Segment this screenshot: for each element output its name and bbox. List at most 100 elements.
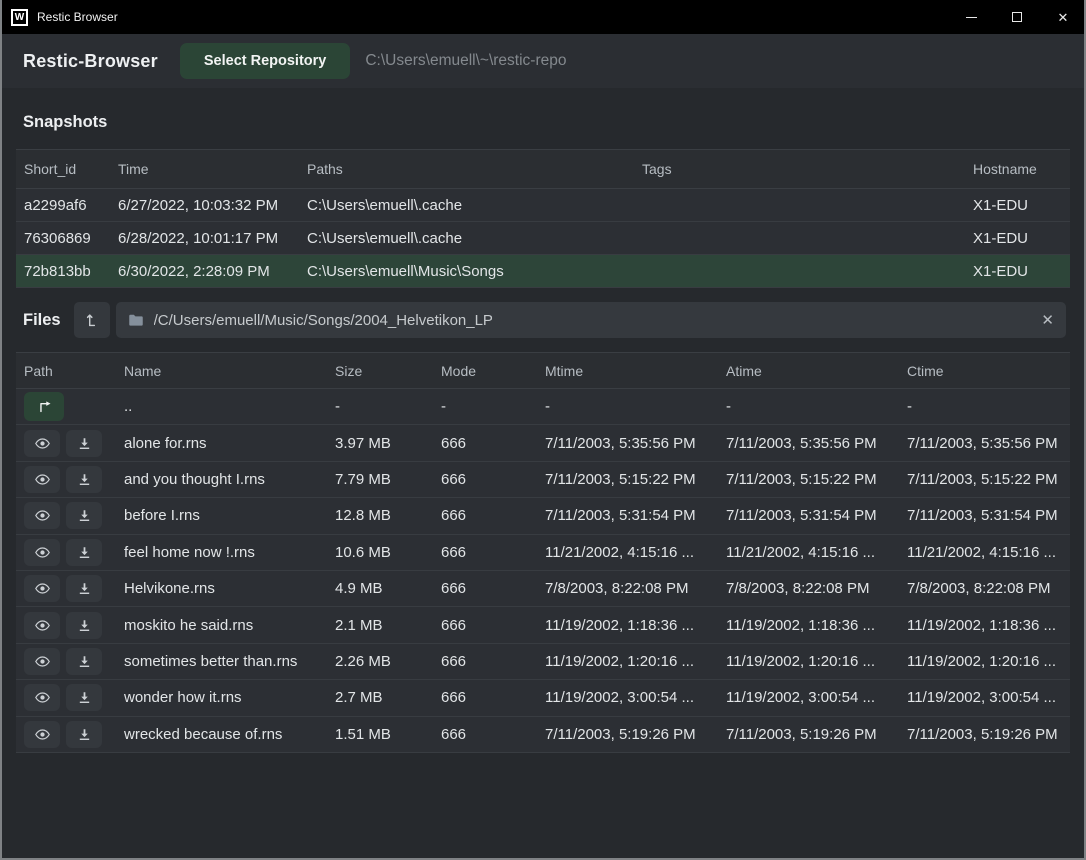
- app-logo-icon: W: [11, 9, 28, 26]
- file-size: 2.7 MB: [335, 689, 441, 706]
- file-name: sometimes better than.rns: [124, 653, 335, 670]
- snapshot-row[interactable]: a2299af6 6/27/2022, 10:03:32 PM C:\Users…: [16, 189, 1070, 222]
- file-mode: 666: [441, 435, 545, 452]
- file-ctime: 11/19/2002, 3:00:54 ...: [907, 689, 1070, 706]
- snapshot-hostname: X1-EDU: [973, 230, 1070, 247]
- file-ctime: 11/21/2002, 4:15:16 ...: [907, 544, 1070, 561]
- file-name: before I.rns: [124, 507, 335, 524]
- app-window: W Restic Browser ✕ Restic-Browser Select…: [0, 0, 1086, 860]
- file-mtime: 11/19/2002, 3:00:54 ...: [545, 689, 726, 706]
- file-size: 2.26 MB: [335, 653, 441, 670]
- file-size: 4.9 MB: [335, 580, 441, 597]
- files-section-title: Files: [23, 311, 61, 330]
- parent-row-name: ..: [124, 398, 335, 415]
- preview-file-button[interactable]: [24, 466, 60, 493]
- download-icon: [77, 654, 92, 669]
- file-row: wrecked because of.rns 1.51 MB 666 7/11/…: [16, 717, 1070, 753]
- download-icon: [77, 472, 92, 487]
- preview-file-button[interactable]: [24, 684, 60, 711]
- close-button[interactable]: ✕: [1040, 0, 1086, 34]
- file-path-bar[interactable]: /C/Users/emuell/Music/Songs/2004_Helveti…: [116, 302, 1066, 338]
- download-file-button[interactable]: [66, 502, 102, 529]
- preview-file-button[interactable]: [24, 648, 60, 675]
- file-ctime: 7/8/2003, 8:22:08 PM: [907, 580, 1070, 597]
- app-title: Restic-Browser: [23, 51, 158, 72]
- snapshot-paths: C:\Users\emuell\.cache: [307, 230, 642, 247]
- column-header-name: Name: [124, 363, 335, 379]
- file-size: 12.8 MB: [335, 507, 441, 524]
- eye-icon: [34, 544, 51, 561]
- file-size: 7.79 MB: [335, 471, 441, 488]
- file-size: 2.1 MB: [335, 617, 441, 634]
- download-icon: [77, 690, 92, 705]
- download-file-button[interactable]: [66, 721, 102, 748]
- file-mtime: 7/11/2003, 5:19:26 PM: [545, 726, 726, 743]
- file-ctime: 7/11/2003, 5:31:54 PM: [907, 507, 1070, 524]
- parent-row-mode: -: [441, 398, 545, 415]
- top-header-bar: Restic-Browser Select Repository C:\User…: [2, 34, 1084, 88]
- download-file-button[interactable]: [66, 684, 102, 711]
- preview-file-button[interactable]: [24, 721, 60, 748]
- file-row: moskito he said.rns 2.1 MB 666 11/19/200…: [16, 607, 1070, 643]
- download-file-button[interactable]: [66, 575, 102, 602]
- parent-directory-row: .. - - - - -: [16, 389, 1070, 425]
- file-name: and you thought I.rns: [124, 471, 335, 488]
- download-file-button[interactable]: [66, 466, 102, 493]
- file-atime: 7/11/2003, 5:19:26 PM: [726, 726, 907, 743]
- preview-file-button[interactable]: [24, 575, 60, 602]
- file-atime: 11/21/2002, 4:15:16 ...: [726, 544, 907, 561]
- preview-file-button[interactable]: [24, 539, 60, 566]
- file-mtime: 7/11/2003, 5:35:56 PM: [545, 435, 726, 452]
- column-header-short-id: Short_id: [24, 161, 118, 177]
- clear-path-button[interactable]: ✕: [1041, 313, 1054, 328]
- maximize-button[interactable]: [994, 0, 1040, 34]
- eye-icon: [34, 435, 51, 452]
- download-file-button[interactable]: [66, 430, 102, 457]
- file-mtime: 7/8/2003, 8:22:08 PM: [545, 580, 726, 597]
- snapshot-row[interactable]: 76306869 6/28/2022, 10:01:17 PM C:\Users…: [16, 222, 1070, 255]
- download-file-button[interactable]: [66, 612, 102, 639]
- snapshot-time: 6/28/2022, 10:01:17 PM: [118, 230, 307, 247]
- minimize-button[interactable]: [948, 0, 994, 34]
- download-file-button[interactable]: [66, 539, 102, 566]
- select-repository-button[interactable]: Select Repository: [180, 43, 351, 79]
- file-mode: 666: [441, 507, 545, 524]
- snapshot-short-id: a2299af6: [24, 197, 118, 214]
- snapshot-paths: C:\Users\emuell\Music\Songs: [307, 263, 642, 280]
- snapshot-time: 6/27/2022, 10:03:32 PM: [118, 197, 307, 214]
- column-header-size: Size: [335, 363, 441, 379]
- snapshot-hostname: X1-EDU: [973, 197, 1070, 214]
- column-header-path: Path: [24, 363, 124, 379]
- eye-icon: [34, 689, 51, 706]
- eye-icon: [34, 726, 51, 743]
- file-row: and you thought I.rns 7.79 MB 666 7/11/2…: [16, 462, 1070, 498]
- preview-file-button[interactable]: [24, 612, 60, 639]
- file-row: sometimes better than.rns 2.26 MB 666 11…: [16, 644, 1070, 680]
- file-mtime: 11/19/2002, 1:18:36 ...: [545, 617, 726, 634]
- file-row: alone for.rns 3.97 MB 666 7/11/2003, 5:3…: [16, 425, 1070, 461]
- file-mode: 666: [441, 653, 545, 670]
- column-header-time: Time: [118, 161, 307, 177]
- parent-row-mtime: -: [545, 398, 726, 415]
- tree-toggle-button[interactable]: [74, 302, 110, 338]
- file-size: 3.97 MB: [335, 435, 441, 452]
- go-up-button[interactable]: [24, 392, 64, 421]
- download-icon: [77, 618, 92, 633]
- snapshot-hostname: X1-EDU: [973, 263, 1070, 280]
- file-name: wonder how it.rns: [124, 689, 335, 706]
- column-header-paths: Paths: [307, 161, 642, 177]
- minimize-icon: [966, 17, 977, 18]
- file-mode: 666: [441, 689, 545, 706]
- snapshots-section-title: Snapshots: [23, 113, 1063, 132]
- preview-file-button[interactable]: [24, 430, 60, 457]
- file-mode: 666: [441, 580, 545, 597]
- column-header-atime: Atime: [726, 363, 907, 379]
- file-row: before I.rns 12.8 MB 666 7/11/2003, 5:31…: [16, 498, 1070, 534]
- up-tree-icon: [83, 312, 100, 329]
- download-icon: [77, 727, 92, 742]
- snapshot-row[interactable]: 72b813bb 6/30/2022, 2:28:09 PM C:\Users\…: [16, 255, 1070, 288]
- folder-icon: [127, 311, 145, 329]
- file-atime: 7/11/2003, 5:35:56 PM: [726, 435, 907, 452]
- preview-file-button[interactable]: [24, 502, 60, 529]
- download-file-button[interactable]: [66, 648, 102, 675]
